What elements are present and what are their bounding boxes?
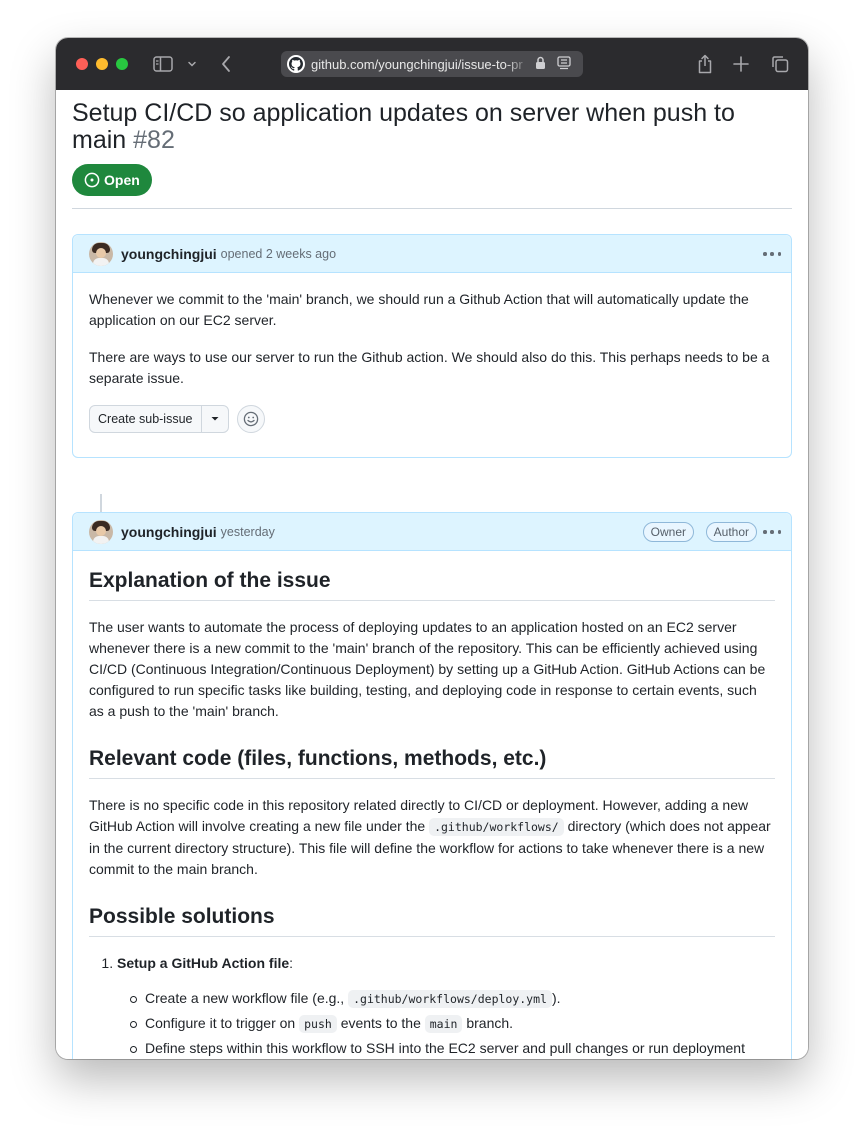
inline-code: .github/workflows/deploy.yml bbox=[348, 990, 552, 1008]
sub-list: Create a new workflow file (e.g., .githu… bbox=[117, 988, 775, 1059]
comment-actions: Create sub-issue bbox=[89, 405, 775, 433]
browser-window: github.com/youngchingjui/issue-to-pr Set… bbox=[56, 38, 808, 1059]
comment-meta[interactable]: opened 2 weeks ago bbox=[221, 247, 336, 261]
section-paragraph: There is no specific code in this reposi… bbox=[89, 795, 775, 880]
issue-title: Setup CI/CD so application updates on se… bbox=[72, 100, 762, 154]
sub-list-item: Create a new workflow file (e.g., .githu… bbox=[130, 988, 775, 1010]
avatar[interactable] bbox=[89, 241, 113, 266]
smiley-icon bbox=[243, 411, 258, 427]
lock-icon bbox=[535, 56, 546, 75]
timeline-connector bbox=[100, 494, 102, 512]
reader-mode-icon[interactable] bbox=[557, 56, 571, 75]
avatar[interactable] bbox=[89, 519, 113, 544]
inline-code: push bbox=[299, 1015, 337, 1033]
bot-analysis-comment: youngchingjui yesterday Owner Author Exp… bbox=[72, 512, 792, 1059]
owner-badge: Owner bbox=[642, 522, 694, 542]
close-window-button[interactable] bbox=[76, 58, 88, 70]
section-heading: Relevant code (files, functions, methods… bbox=[89, 746, 775, 779]
add-reaction-button[interactable] bbox=[236, 405, 265, 433]
comment-author[interactable]: youngchingjui bbox=[121, 524, 217, 540]
chevron-down-icon[interactable] bbox=[180, 52, 204, 76]
section-paragraph: The user wants to automate the process o… bbox=[89, 619, 766, 719]
caret-down-icon bbox=[211, 417, 218, 421]
comment-options-icon[interactable] bbox=[761, 244, 783, 264]
list-item: Setup a GitHub Action file: Create a new… bbox=[117, 953, 775, 1059]
issue-opened-icon bbox=[84, 172, 100, 188]
comment-header: youngchingjui opened 2 weeks ago bbox=[73, 235, 791, 273]
sub-item-text: Create a new workflow file (e.g., bbox=[145, 990, 345, 1006]
sub-item-text: ). bbox=[551, 990, 561, 1006]
sub-item-text: Define steps within this workflow to SSH… bbox=[145, 1040, 745, 1056]
zoom-window-button[interactable] bbox=[116, 58, 128, 70]
sub-item-text: branch. bbox=[466, 1015, 514, 1031]
author-badge: Author bbox=[705, 522, 757, 542]
sub-item-text: events to the bbox=[340, 1015, 421, 1031]
inline-code: main bbox=[424, 1015, 463, 1033]
github-favicon-icon bbox=[287, 55, 305, 73]
list-item-title: Setup a GitHub Action file bbox=[117, 955, 290, 971]
section-heading: Possible solutions bbox=[89, 904, 775, 937]
page-content: Setup CI/CD so application updates on se… bbox=[56, 90, 808, 1059]
comment-header: youngchingjui yesterday Owner Author bbox=[73, 513, 791, 551]
create-sub-issue-button[interactable]: Create sub-issue bbox=[90, 406, 202, 432]
comment-body: Whenever we commit to the 'main' branch,… bbox=[73, 273, 791, 449]
section-heading: Explanation of the issue bbox=[89, 568, 775, 601]
new-tab-icon[interactable] bbox=[729, 52, 753, 76]
back-icon[interactable] bbox=[214, 52, 238, 76]
issue-state-badge: Open bbox=[72, 164, 152, 196]
comment-options-icon[interactable] bbox=[761, 522, 783, 542]
address-bar[interactable]: github.com/youngchingjui/issue-to-pr bbox=[281, 51, 583, 77]
sub-list-item: Define steps within this workflow to SSH… bbox=[130, 1038, 775, 1059]
sidebar-toggle-icon[interactable] bbox=[151, 52, 175, 76]
comment-meta[interactable]: yesterday bbox=[221, 525, 275, 539]
create-sub-issue-group: Create sub-issue bbox=[89, 405, 229, 433]
comment-author[interactable]: youngchingjui bbox=[121, 246, 217, 262]
inline-code: .github/workflows/ bbox=[429, 818, 564, 836]
issue-state-label: Open bbox=[104, 172, 140, 188]
sub-item-text: Configure it to trigger on bbox=[145, 1015, 296, 1031]
issue-number: #82 bbox=[133, 126, 175, 154]
list-item-suffix: : bbox=[289, 955, 294, 971]
sub-issue-dropdown-button[interactable] bbox=[202, 406, 228, 432]
minimize-window-button[interactable] bbox=[96, 58, 108, 70]
comment-paragraph: There are ways to use our server to run … bbox=[89, 349, 770, 386]
header-divider bbox=[72, 208, 792, 209]
tab-overview-icon[interactable] bbox=[768, 52, 792, 76]
issue-body-comment: youngchingjui opened 2 weeks ago Wheneve… bbox=[72, 234, 792, 458]
browser-titlebar: github.com/youngchingjui/issue-to-pr bbox=[56, 38, 808, 90]
solutions-list: Setup a GitHub Action file: Create a new… bbox=[117, 953, 775, 1059]
sub-list-item: Configure it to trigger on push events t… bbox=[130, 1013, 775, 1035]
comment-paragraph: Whenever we commit to the 'main' branch,… bbox=[89, 291, 749, 328]
share-icon[interactable] bbox=[693, 52, 717, 76]
comment-body: Explanation of the issue The user wants … bbox=[73, 551, 791, 1059]
url-text: github.com/youngchingjui/issue-to-pr bbox=[311, 56, 523, 72]
